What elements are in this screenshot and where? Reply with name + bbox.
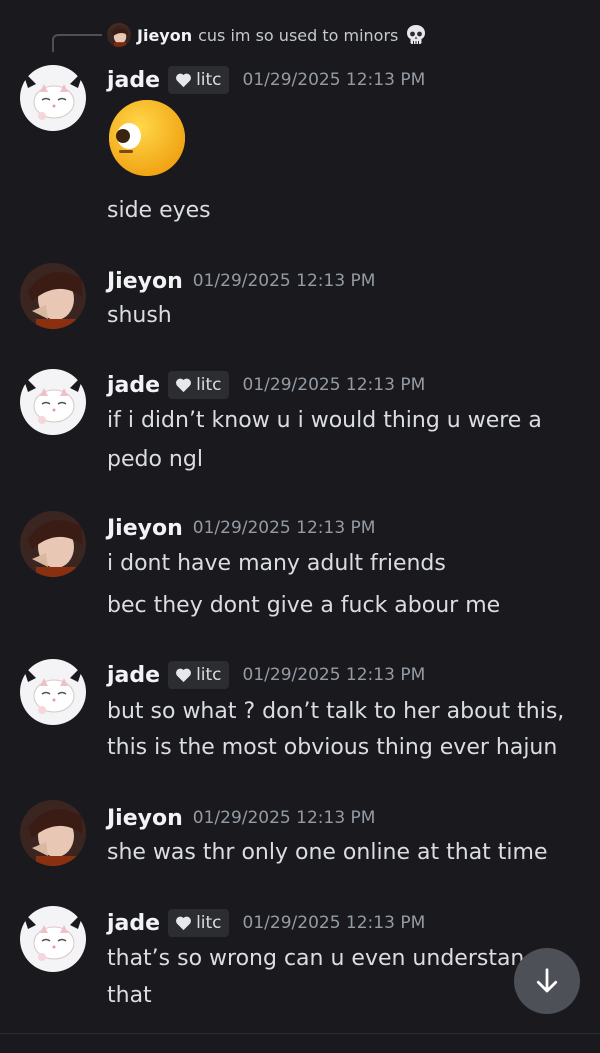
timestamp[interactable]: 01/29/2025 12:13 PM: [243, 375, 426, 395]
heart-icon: [176, 668, 192, 683]
reply-text: cus im so used to minors: [198, 25, 399, 45]
message-text: side eyes: [107, 198, 211, 223]
message-text: this is the most obvious thing ever haju…: [107, 735, 558, 760]
timestamp[interactable]: 01/29/2025 12:13 PM: [193, 808, 376, 828]
avatar-jieyon[interactable]: [18, 261, 88, 331]
reply-avatar: [107, 23, 131, 47]
guild-tag[interactable]: litc: [168, 66, 229, 94]
message-text: if i didn’t know u i would thing u were …: [107, 408, 542, 433]
author-name[interactable]: Jieyon: [107, 269, 183, 294]
author-name[interactable]: Jieyon: [107, 806, 183, 831]
timestamp[interactable]: 01/29/2025 12:13 PM: [243, 913, 426, 933]
divider: [0, 1033, 600, 1034]
message-text: pedo ngl: [107, 447, 203, 472]
side-eye-face-emoji-icon[interactable]: [107, 98, 187, 178]
heart-icon: [176, 916, 192, 931]
chat-message-list: Jieyon cus im so used to minors jade lit…: [0, 0, 600, 1053]
avatar-jade[interactable]: [18, 62, 88, 132]
reply-preview[interactable]: Jieyon cus im so used to minors: [107, 22, 428, 48]
guild-tag-label: litc: [196, 665, 222, 685]
skull-emoji-icon: [407, 25, 426, 44]
message-text: but so what ? don’t talk to her about th…: [107, 699, 565, 724]
guild-tag-label: litc: [196, 375, 222, 395]
author-name[interactable]: Jieyon: [107, 516, 183, 541]
reply-author[interactable]: Jieyon: [137, 26, 192, 45]
author-name[interactable]: jade: [107, 373, 160, 398]
avatar-jade[interactable]: [18, 366, 88, 436]
guild-tag-label: litc: [196, 913, 222, 933]
author-name[interactable]: jade: [107, 911, 160, 936]
avatar-jade[interactable]: [18, 903, 88, 973]
timestamp[interactable]: 01/29/2025 12:13 PM: [193, 518, 376, 538]
heart-icon: [176, 73, 192, 88]
arrow-down-icon: [536, 968, 558, 993]
timestamp[interactable]: 01/29/2025 12:13 PM: [243, 70, 426, 90]
author-name[interactable]: jade: [107, 663, 160, 688]
message-text: i dont have many adult friends: [107, 551, 446, 576]
avatar-jieyon[interactable]: [18, 798, 88, 868]
jump-to-bottom-button[interactable]: [514, 948, 580, 1014]
timestamp[interactable]: 01/29/2025 12:13 PM: [243, 665, 426, 685]
avatar-jade[interactable]: [18, 656, 88, 726]
timestamp[interactable]: 01/29/2025 12:13 PM: [193, 271, 376, 291]
avatar-jieyon[interactable]: [18, 509, 88, 579]
guild-tag-label: litc: [196, 70, 222, 90]
message-text: she was thr only one online at that time: [107, 840, 548, 865]
message-text: bec they dont give a fuck abour me: [107, 593, 501, 618]
message-text: that: [107, 983, 152, 1008]
guild-tag[interactable]: litc: [168, 661, 229, 689]
message-text: that’s so wrong can u even understan: [107, 946, 525, 971]
guild-tag[interactable]: litc: [168, 371, 229, 399]
author-name[interactable]: jade: [107, 68, 160, 93]
reply-connector: [52, 34, 102, 52]
guild-tag[interactable]: litc: [168, 909, 229, 937]
message-text: shush: [107, 303, 172, 328]
heart-icon: [176, 378, 192, 393]
